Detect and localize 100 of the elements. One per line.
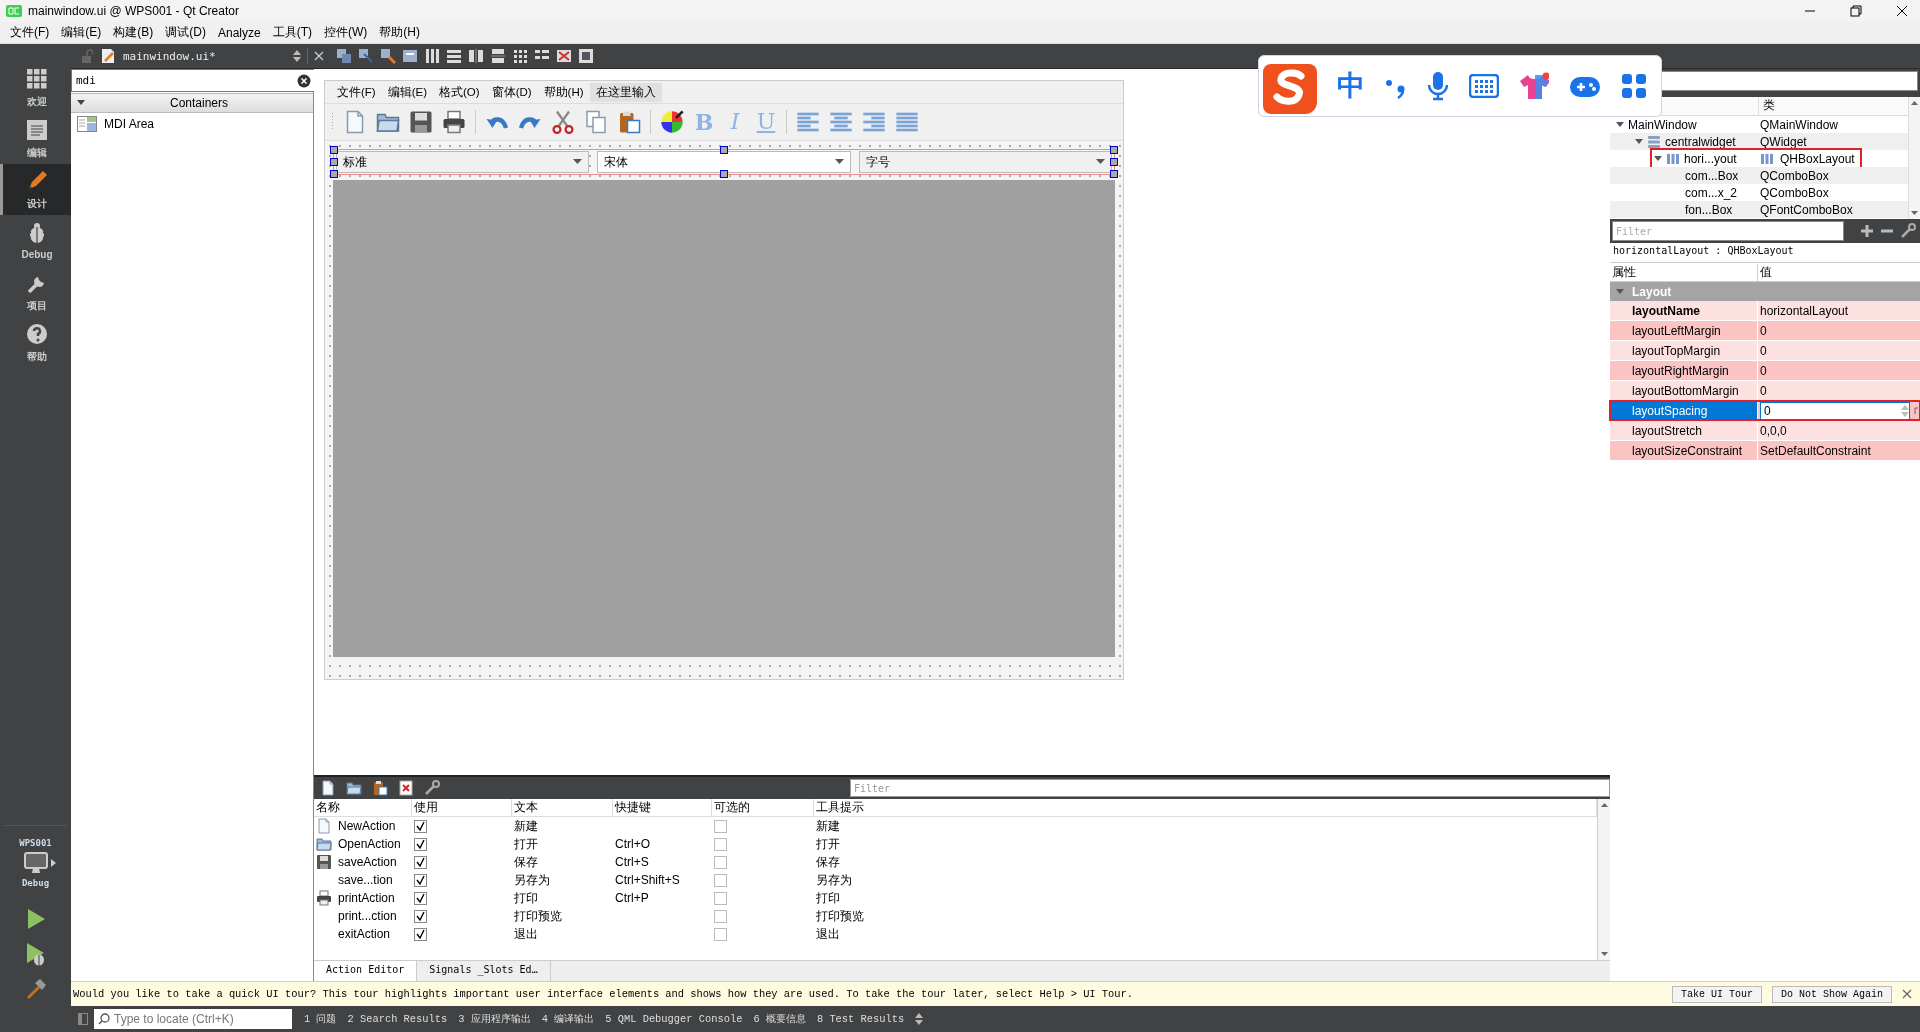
checkbox[interactable]: [714, 855, 727, 869]
output-pane-button[interactable]: 1 问题: [304, 1012, 348, 1026]
delete-icon[interactable]: [398, 780, 414, 796]
horizontal-splitter-icon[interactable]: [468, 48, 484, 64]
target-selector[interactable]: WPS001 Debug: [4, 825, 67, 898]
checkbox[interactable]: [414, 837, 427, 851]
add-property-icon[interactable]: [1860, 224, 1874, 238]
filter-field[interactable]: Filter: [1612, 221, 1844, 241]
copy-action-icon[interactable]: [372, 780, 388, 796]
menu-item[interactable]: 工具(T): [266, 24, 319, 41]
search-field[interactable]: [1660, 71, 1918, 91]
table-row[interactable]: save...tion 另存为 Ctrl+Shift+S 另存为: [314, 871, 1597, 889]
menu-item[interactable]: 控件(W): [318, 24, 374, 41]
filter-field[interactable]: Filter: [850, 779, 1610, 797]
mode-tab[interactable]: 帮助: [0, 317, 71, 368]
object-name[interactable]: fon...Box: [1685, 202, 1733, 217]
menu-item[interactable]: Analyze: [212, 25, 267, 40]
new-action-icon[interactable]: [320, 780, 336, 796]
collapse-arrow-icon[interactable]: [1654, 155, 1662, 162]
apps-grid-icon[interactable]: [1621, 73, 1647, 99]
resize-handle[interactable]: [720, 146, 728, 154]
run-icon[interactable]: [25, 908, 46, 930]
object-name[interactable]: centralwidget: [1665, 134, 1736, 149]
sidebar-toggle-icon[interactable]: [78, 1013, 88, 1025]
mode-tab[interactable]: 欢迎: [0, 62, 71, 113]
combo-box[interactable]: 字号: [858, 151, 1112, 173]
color-wheel-icon[interactable]: [660, 110, 684, 134]
widget-item[interactable]: MDI Area: [104, 117, 154, 131]
mode-tab[interactable]: 编辑: [0, 113, 71, 164]
column-header[interactable]: 快捷键: [615, 799, 651, 816]
object-name[interactable]: com...x_2: [1685, 185, 1738, 200]
widget-edit-icon[interactable]: [336, 48, 352, 64]
checkbox[interactable]: [714, 873, 727, 887]
output-pane-button[interactable]: 5 QML Debugger Console: [605, 1013, 754, 1025]
object-name[interactable]: hori...yout: [1684, 151, 1737, 166]
output-pane-button[interactable]: 3 应用程序输出: [458, 1012, 542, 1026]
property-name[interactable]: layoutStretch: [1610, 421, 1758, 440]
vertical-splitter-icon[interactable]: [490, 48, 506, 64]
checkbox[interactable]: [414, 819, 427, 833]
keyboard-icon[interactable]: [1469, 74, 1499, 98]
table-row[interactable]: exitAction 退出 退出: [314, 925, 1597, 943]
checkbox[interactable]: [714, 927, 727, 941]
close-icon[interactable]: [1896, 5, 1908, 17]
menu-item[interactable]: 帮助(H): [537, 82, 590, 102]
locate-field[interactable]: Type to locate (Ctrl+K): [94, 1009, 292, 1029]
property-value[interactable]: 0: [1760, 343, 1767, 358]
column-header[interactable]: 名称: [316, 799, 340, 816]
vertical-scrollbar[interactable]: [1908, 97, 1920, 219]
table-row[interactable]: OpenAction 打开 Ctrl+O 打开: [314, 835, 1597, 853]
checkbox[interactable]: [714, 837, 727, 851]
checkbox[interactable]: [714, 909, 727, 923]
mode-tab[interactable]: Debug: [0, 215, 71, 266]
menu-item[interactable]: 帮助(H): [373, 24, 427, 41]
close-document-icon[interactable]: [314, 51, 324, 61]
checkbox[interactable]: [414, 891, 427, 905]
input-mode-toggle[interactable]: 中: [1337, 67, 1365, 105]
menu-item[interactable]: 编辑(E): [381, 82, 434, 102]
property-value[interactable]: 0: [1760, 363, 1767, 378]
output-pane-button[interactable]: 2 Search Results: [347, 1013, 459, 1025]
property-value[interactable]: 0,0,0: [1760, 423, 1787, 438]
scissors-icon[interactable]: [551, 110, 575, 134]
property-value[interactable]: SetDefaultConstraint: [1760, 443, 1871, 458]
object-name[interactable]: com...Box: [1685, 168, 1739, 183]
menu-item[interactable]: 文件(F): [331, 82, 382, 102]
object-name[interactable]: MainWindow: [1628, 117, 1697, 132]
property-name[interactable]: layoutBottomMargin: [1610, 381, 1758, 400]
checkbox[interactable]: [714, 891, 727, 905]
resize-handle[interactable]: [720, 170, 728, 178]
property-value[interactable]: 0: [1760, 383, 1767, 398]
menu-item[interactable]: 调试(D): [159, 24, 212, 41]
category-header[interactable]: Containers: [71, 93, 313, 113]
wrench-icon[interactable]: [1900, 223, 1916, 239]
menu-item[interactable]: 编辑(E): [55, 24, 108, 41]
save-icon[interactable]: [409, 110, 433, 134]
scroll-up-arrow-icon[interactable]: [1600, 802, 1608, 807]
menu-item[interactable]: 窗体(D): [485, 82, 538, 102]
grid-icon[interactable]: [512, 48, 528, 64]
property-value[interactable]: horizontalLayout: [1760, 303, 1849, 318]
tab-order-icon[interactable]: [402, 48, 418, 64]
property-name[interactable]: layoutSizeConstraint: [1610, 441, 1758, 460]
table-row[interactable]: printAction 打印 Ctrl+P 打印: [314, 889, 1597, 907]
microphone-icon[interactable]: [1427, 71, 1449, 101]
column-header[interactable]: 属性: [1610, 263, 1758, 281]
checkbox[interactable]: [714, 819, 727, 833]
restore-icon[interactable]: [1850, 5, 1862, 17]
combo-box[interactable]: 标准: [336, 151, 590, 173]
mode-tab[interactable]: 项目: [0, 266, 71, 317]
output-pane-button[interactable]: 8 Test Results: [816, 1013, 916, 1025]
shirt-icon[interactable]: [1519, 72, 1549, 100]
debug-run-icon[interactable]: [24, 942, 47, 966]
column-header[interactable]: 文本: [514, 799, 538, 816]
column-header[interactable]: 值: [1758, 263, 1772, 281]
open-folder-icon[interactable]: [346, 780, 362, 796]
copy-icon[interactable]: [584, 110, 608, 134]
buddy-icon[interactable]: [380, 48, 396, 64]
menu-item[interactable]: 文件(F): [4, 24, 56, 41]
scroll-down-arrow-icon[interactable]: [1600, 952, 1608, 957]
checkbox[interactable]: [414, 855, 427, 869]
column-header[interactable]: 工具提示: [816, 799, 864, 816]
file-name[interactable]: mainwindow.ui*: [123, 49, 216, 63]
